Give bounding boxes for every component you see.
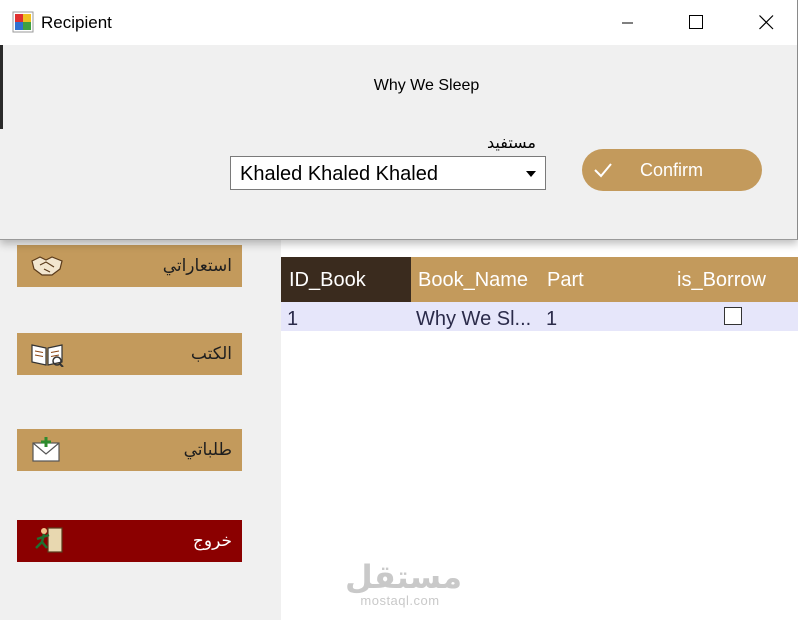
column-header-id[interactable]: ID_Book	[281, 257, 411, 302]
column-header-is-borrow[interactable]: is_Borrow	[677, 257, 766, 302]
column-header-part[interactable]: Part	[547, 257, 584, 302]
handshake-icon	[31, 256, 63, 276]
sidebar-item-logout[interactable]: خروج	[17, 520, 242, 562]
cell-id: 1	[287, 308, 299, 330]
grid-header: ID_Book Book_Name Part is_Borrow	[281, 257, 798, 302]
check-icon	[594, 163, 612, 178]
sidebar-item-label: طلباتي	[183, 440, 232, 459]
minimize-button[interactable]	[604, 0, 650, 45]
recipient-select-value: Khaled Khaled Khaled	[240, 163, 438, 185]
sidebar-item-my-borrowings[interactable]: استعاراتي	[17, 245, 242, 287]
chevron-down-icon[interactable]	[526, 171, 536, 177]
close-icon	[759, 15, 774, 30]
sidebar-item-books[interactable]: الكتب	[17, 333, 242, 375]
mail-add-icon	[32, 437, 60, 462]
minimize-icon	[622, 22, 633, 24]
watermark-url: mostaql.com	[360, 593, 440, 608]
recipient-select[interactable]: Khaled Khaled Khaled	[230, 156, 546, 190]
sidebar-item-label: استعاراتي	[162, 256, 232, 275]
app-icon	[12, 11, 34, 33]
cell-book-name: Why We Sl...	[416, 308, 532, 330]
sidebar-item-my-requests[interactable]: طلباتي	[17, 429, 242, 471]
confirm-button[interactable]: Confirm	[582, 149, 762, 191]
title-bar: Recipient	[0, 0, 797, 45]
sidebar-item-label: الكتب	[190, 344, 232, 363]
exit-door-icon	[35, 527, 63, 553]
maximize-icon	[689, 15, 703, 29]
watermark-name: مستقل	[345, 559, 463, 595]
book-title: Why We Sleep	[373, 77, 480, 94]
cell-part: 1	[546, 308, 558, 330]
recipient-dialog: Recipient Why We Sleep مستفيد Khaled Kha…	[0, 0, 798, 240]
close-button[interactable]	[743, 0, 789, 45]
confirm-label: Confirm	[640, 160, 704, 180]
maximize-button[interactable]	[673, 0, 719, 45]
is-borrow-checkbox[interactable]	[724, 307, 742, 325]
window-title: Recipient	[41, 13, 112, 32]
column-header-book-name[interactable]: Book_Name	[418, 257, 528, 302]
recipient-label: مستفيد	[487, 135, 536, 152]
sidebar-item-label: خروج	[192, 531, 232, 550]
open-book-icon	[31, 344, 64, 367]
table-row[interactable]: 1 Why We Sl... 1	[281, 302, 798, 331]
watermark: مستقل mostaql.com	[345, 559, 463, 608]
